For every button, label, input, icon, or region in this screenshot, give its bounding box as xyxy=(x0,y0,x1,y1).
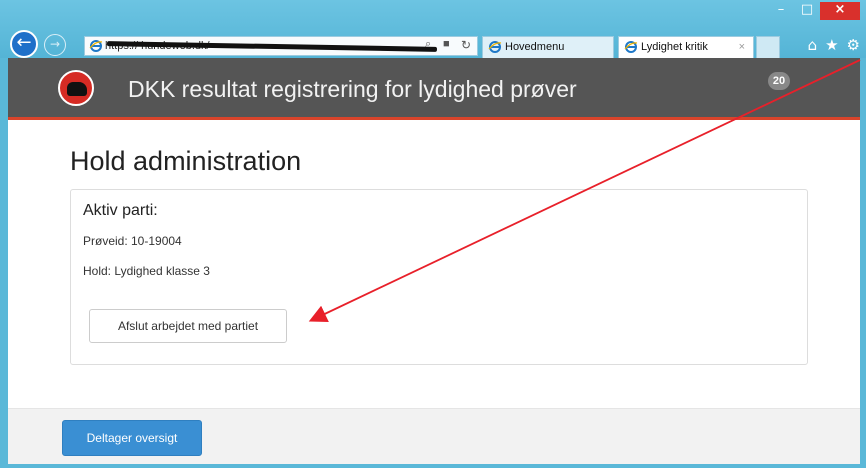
proeveid-text: Prøveid: 10-19004 xyxy=(83,234,182,248)
brand-title[interactable]: DKK resultat registrering for lydighed p… xyxy=(128,76,577,103)
refresh-icon[interactable]: ↻ xyxy=(461,38,471,52)
tab-lydighet-kritik[interactable]: Lydighet kritik × xyxy=(618,36,754,58)
browser-toolbar: ⌂ ★ ⚙ xyxy=(808,36,860,54)
settings-icon[interactable]: ⚙ xyxy=(847,36,860,54)
page-viewport: DKK resultat registrering for lydighed p… xyxy=(8,58,860,464)
active-party-panel: Aktiv parti: Prøveid: 10-19004 Hold: Lyd… xyxy=(70,189,808,365)
maximize-button[interactable]: □ xyxy=(794,2,820,20)
dog-logo-icon xyxy=(67,82,87,96)
close-tab-icon[interactable]: × xyxy=(739,37,745,57)
browser-chrome: – □ × ← → https:// hundeweb.dk/ ⌕ ■ ↻ Ho… xyxy=(0,0,866,58)
forward-arrow-icon[interactable]: → xyxy=(44,34,66,56)
page-title: Hold administration xyxy=(70,146,302,176)
address-bar[interactable]: https:// hundeweb.dk/ ⌕ ■ ↻ xyxy=(84,36,478,56)
tab-label: Lydighet kritik xyxy=(641,41,708,53)
footer-band: Deltager oversigt xyxy=(8,408,860,464)
ie-logo-icon xyxy=(624,41,638,53)
tab-hovedmenu[interactable]: Hovedmenu xyxy=(482,36,614,58)
end-party-button[interactable]: Afslut arbejdet med partiet xyxy=(89,309,287,343)
close-window-button[interactable]: × xyxy=(820,2,860,20)
back-arrow-icon[interactable]: ← xyxy=(10,30,38,58)
panel-heading: Aktiv parti: xyxy=(83,202,158,219)
count-badge: 20 xyxy=(768,72,790,90)
hold-text: Hold: Lydighed klasse 3 xyxy=(83,264,210,278)
navbar: DKK resultat registrering for lydighed p… xyxy=(8,58,860,120)
dkk-logo[interactable] xyxy=(58,70,94,106)
participants-overview-button[interactable]: Deltager oversigt xyxy=(62,420,202,456)
ie-logo-icon xyxy=(89,40,103,52)
tab-label: Hovedmenu xyxy=(505,41,565,53)
lock-icon: ■ xyxy=(443,38,450,50)
minimize-button[interactable]: – xyxy=(768,2,794,20)
window-controls: – □ × xyxy=(768,2,860,24)
home-icon[interactable]: ⌂ xyxy=(808,36,818,54)
favorites-icon[interactable]: ★ xyxy=(825,36,838,54)
search-icon[interactable]: ⌕ xyxy=(425,38,431,51)
ie-logo-icon xyxy=(488,41,502,53)
new-tab-button[interactable] xyxy=(756,36,780,58)
